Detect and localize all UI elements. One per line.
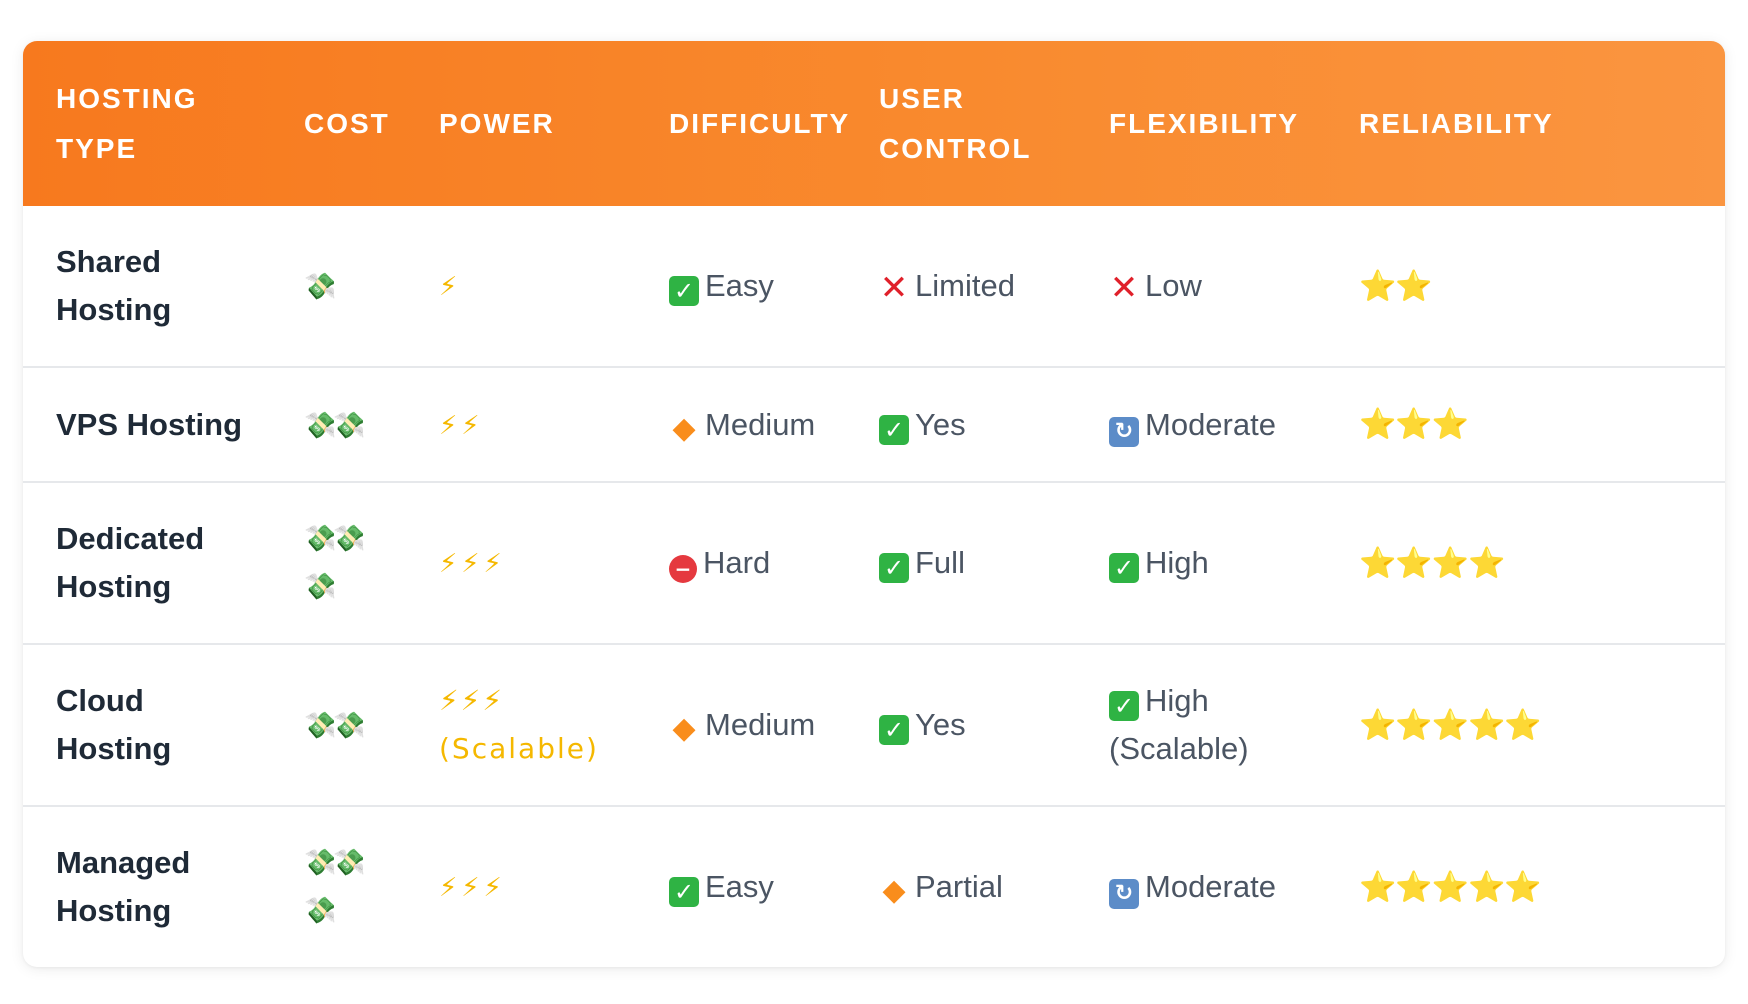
lightning-icon: ⚡⚡: [439, 410, 484, 441]
difficulty-label: Easy: [705, 869, 774, 904]
cost-cell: 💸💸💸: [271, 805, 406, 967]
power-cell: ⚡⚡⚡: [406, 481, 636, 644]
refresh-icon: ↻: [1109, 416, 1139, 447]
header-flexibility: FLEXIBILITY: [1109, 107, 1299, 139]
hosting-type-cell: VPS Hosting: [23, 366, 271, 482]
orange-diamond-icon: ◆: [882, 873, 906, 908]
hosting-type-cell: Dedicated Hosting: [23, 481, 271, 644]
power-cell: ⚡: [406, 206, 636, 367]
money-icon: 💸💸: [304, 711, 366, 741]
difficulty-label: Hard: [703, 545, 771, 580]
flexibility-label: Moderate: [1145, 869, 1276, 904]
flexibility-label: High: [1145, 545, 1209, 580]
difficulty-label: Medium: [705, 707, 816, 742]
table-header: HOSTING TYPE COST POWER DIFFICULTY USER …: [23, 41, 1725, 206]
difficulty-cell: ◆ Medium: [636, 643, 846, 806]
user-control-label: Yes: [915, 707, 966, 742]
difficulty-cell: ◆ Medium: [636, 366, 846, 482]
star-rating-icon: ⭐⭐: [1359, 268, 1433, 304]
flexibility-label: Low: [1145, 268, 1202, 303]
star-rating-icon: ⭐⭐⭐: [1359, 407, 1469, 442]
user-control-cell: ◆ Partial: [846, 805, 1076, 967]
power-cell: ⚡⚡: [406, 366, 636, 482]
header-row: HOSTING TYPE COST POWER DIFFICULTY USER …: [23, 41, 1725, 206]
header-cost: COST: [304, 107, 390, 139]
check-mark-button-icon: ✓: [879, 414, 909, 445]
table-row: Cloud Hosting 💸💸 ⚡⚡⚡ (Scalable) ◆ Medium …: [23, 643, 1725, 806]
difficulty-cell: ✓ Easy: [636, 805, 846, 967]
check-mark-button-icon: ✓: [669, 877, 699, 907]
reliability-cell: ⭐⭐: [1326, 206, 1725, 367]
reliability-cell: ⭐⭐⭐⭐: [1326, 481, 1725, 644]
check-mark-button-icon: ✓: [879, 553, 909, 583]
hosting-comparison-table: HOSTING TYPE COST POWER DIFFICULTY USER …: [23, 41, 1725, 967]
star-rating-icon: ⭐⭐⭐⭐⭐: [1359, 869, 1542, 905]
user-control-label: Full: [915, 545, 965, 580]
lightning-icon: ⚡⚡⚡: [439, 549, 506, 579]
user-control-cell: ✕ Limited: [846, 206, 1076, 367]
user-control-cell: ✓ Full: [846, 481, 1076, 644]
cross-mark-icon: ✕: [879, 268, 909, 308]
user-control-cell: ✓ Yes: [846, 366, 1076, 482]
user-control-label: Partial: [915, 869, 1003, 904]
cross-mark-icon: ✕: [1109, 268, 1139, 308]
hosting-type-cell: Cloud Hosting: [23, 643, 271, 806]
refresh-icon: ↻: [1109, 879, 1139, 909]
user-control-cell: ✓ Yes: [846, 643, 1076, 806]
star-rating-icon: ⭐⭐⭐⭐: [1359, 545, 1505, 581]
reliability-cell: ⭐⭐⭐⭐⭐: [1326, 643, 1725, 806]
cost-cell: 💸💸: [271, 643, 406, 806]
money-icon: 💸💸💸: [304, 524, 366, 602]
table-body: Shared Hosting 💸 ⚡ ✓ Easy ✕ Limited ✕ Low ⭐…: [23, 206, 1725, 967]
difficulty-cell: ✓ Easy: [636, 206, 846, 367]
table-row: Managed Hosting 💸💸💸 ⚡⚡⚡ ✓ Easy ◆ Partial ↻…: [23, 805, 1725, 967]
money-icon: 💸💸💸: [304, 848, 366, 926]
check-mark-button-icon: ✓: [879, 715, 909, 745]
lightning-icon: ⚡: [439, 272, 462, 302]
header-difficulty: DIFFICULTY: [669, 107, 851, 139]
user-control-label: Limited: [915, 268, 1015, 303]
check-mark-button-icon: ✓: [669, 276, 699, 306]
cost-cell: 💸: [271, 206, 406, 367]
hosting-type-cell: Managed Hosting: [23, 805, 271, 967]
table-row: VPS Hosting 💸💸 ⚡⚡ ◆ Medium ✓ Yes ↻ Moderate…: [23, 366, 1725, 482]
flexibility-cell: ✓ High (Scalable): [1076, 643, 1326, 806]
money-icon: 💸💸: [304, 410, 366, 441]
cost-cell: 💸💸: [271, 366, 406, 482]
flexibility-cell: ↻ Moderate: [1076, 805, 1326, 967]
cost-cell: 💸💸💸: [271, 481, 406, 644]
table-row: Dedicated Hosting 💸💸💸 ⚡⚡⚡ − Hard ✓ Full ✓ H…: [23, 481, 1725, 644]
star-rating-icon: ⭐⭐⭐⭐⭐: [1359, 707, 1542, 743]
reliability-cell: ⭐⭐⭐⭐⭐: [1326, 805, 1725, 967]
header-power: POWER: [439, 107, 555, 139]
lightning-icon: ⚡⚡⚡: [439, 873, 506, 903]
user-control-label: Yes: [915, 406, 966, 442]
flexibility-cell: ✓ High: [1076, 481, 1326, 644]
table-row: Shared Hosting 💸 ⚡ ✓ Easy ✕ Limited ✕ Low ⭐…: [23, 206, 1725, 367]
reliability-cell: ⭐⭐⭐: [1326, 366, 1725, 482]
lightning-icon: ⚡⚡⚡ (Scalable): [439, 684, 599, 765]
flexibility-cell: ✕ Low: [1076, 206, 1326, 367]
check-mark-button-icon: ✓: [1109, 691, 1139, 721]
check-mark-button-icon: ✓: [1109, 553, 1139, 583]
orange-diamond-icon: ◆: [672, 711, 696, 746]
power-cell: ⚡⚡⚡: [406, 805, 636, 967]
header-hosting-type: HOSTING TYPE: [56, 82, 198, 164]
header-reliability: RELIABILITY: [1359, 107, 1554, 139]
header-user-control: USER CONTROL: [879, 82, 1032, 164]
no-entry-icon: −: [669, 555, 697, 583]
flexibility-cell: ↻ Moderate: [1076, 366, 1326, 482]
orange-diamond-icon: ◆: [672, 410, 696, 446]
power-cell: ⚡⚡⚡ (Scalable): [406, 643, 636, 806]
money-icon: 💸: [304, 272, 336, 302]
difficulty-cell: − Hard: [636, 481, 846, 644]
difficulty-label: Easy: [705, 268, 774, 303]
difficulty-label: Medium: [705, 406, 816, 442]
flexibility-label: Moderate: [1145, 406, 1276, 442]
hosting-type-cell: Shared Hosting: [56, 244, 172, 327]
